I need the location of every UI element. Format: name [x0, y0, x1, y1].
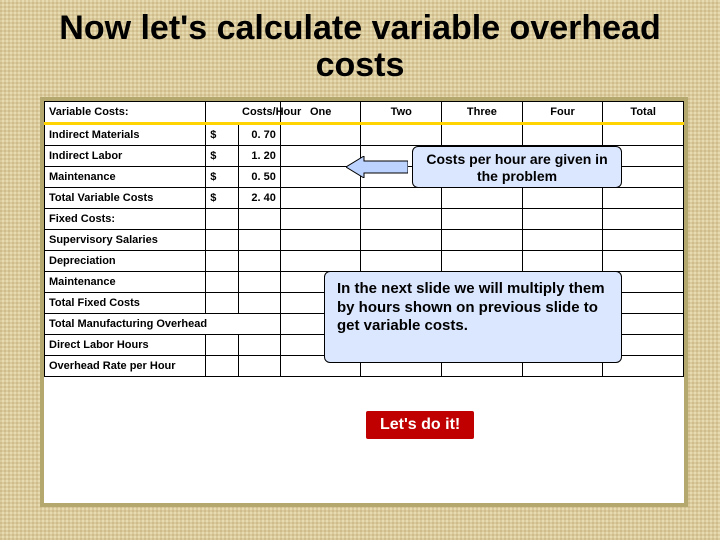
currency: $: [206, 187, 238, 208]
row-label: Maintenance: [45, 166, 206, 187]
header-total: Total: [603, 101, 684, 123]
table-row-heading: Fixed Costs:: [45, 208, 684, 229]
row-value: 0. 50: [238, 166, 280, 187]
row-label: Fixed Costs:: [45, 208, 206, 229]
row-label: Total Fixed Costs: [45, 292, 206, 313]
header-costs-hour: [206, 101, 238, 123]
row-value: 2. 40: [238, 187, 280, 208]
table-row: Indirect Materials $ 0. 70: [45, 123, 684, 145]
callout-costs-per-hour: Costs per hour are given in the problem: [412, 146, 622, 188]
row-label: Supervisory Salaries: [45, 229, 206, 250]
header-rowlabel: Variable Costs:: [45, 101, 206, 123]
row-label: Overhead Rate per Hour: [45, 355, 206, 376]
currency: $: [206, 145, 238, 166]
row-label: Maintenance: [45, 271, 206, 292]
table-row: Supervisory Salaries: [45, 229, 684, 250]
content-panel: Variable Costs: Costs/Hour One Two Three…: [40, 97, 688, 507]
row-value: 1. 20: [238, 145, 280, 166]
row-label: Indirect Materials: [45, 123, 206, 145]
row-label: Total Variable Costs: [45, 187, 206, 208]
row-label: Direct Labor Hours: [45, 334, 206, 355]
page-title: Now let's calculate variable overhead co…: [40, 10, 680, 85]
row-value: 0. 70: [238, 123, 280, 145]
header-costs-hour-text: Costs/Hour: [238, 101, 280, 123]
row-label: Indirect Labor: [45, 145, 206, 166]
table-row: Depreciation: [45, 250, 684, 271]
table-header-row: Variable Costs: Costs/Hour One Two Three…: [45, 101, 684, 123]
header-three: Three: [442, 101, 523, 123]
header-two: Two: [361, 101, 442, 123]
row-label: Total Manufacturing Overhead: [45, 313, 281, 334]
row-label: Depreciation: [45, 250, 206, 271]
currency: $: [206, 123, 238, 145]
table-row-total: Total Variable Costs $ 2. 40: [45, 187, 684, 208]
currency: $: [206, 166, 238, 187]
arrow-left-icon: [346, 156, 408, 178]
callout-next-slide: In the next slide we will multiply them …: [324, 271, 622, 363]
header-four: Four: [522, 101, 603, 123]
slide: Now let's calculate variable overhead co…: [0, 0, 720, 540]
callout-lets-do-it: Let's do it!: [366, 411, 474, 439]
